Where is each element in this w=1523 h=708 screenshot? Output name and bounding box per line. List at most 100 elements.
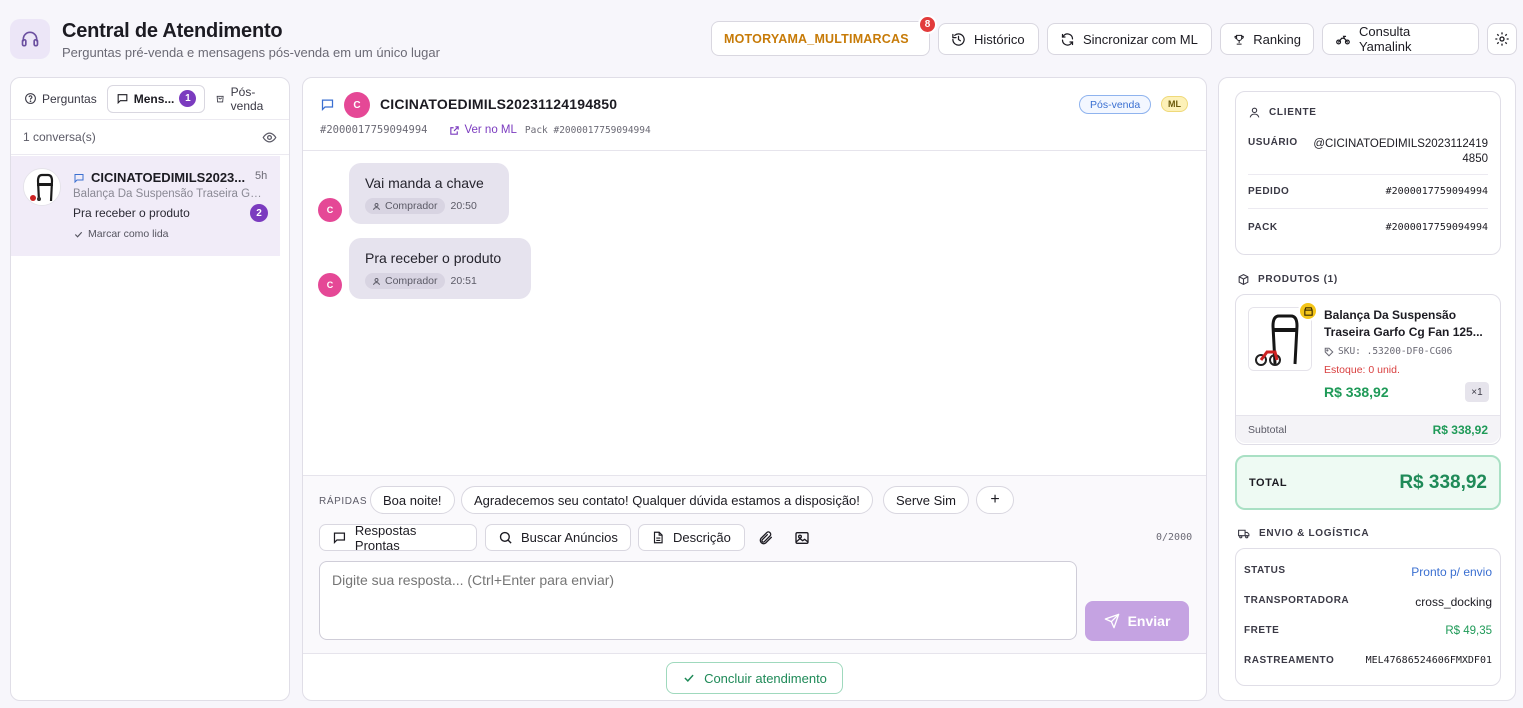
details-panel: CLIENTE USUÁRIO @CICINATOEDIMILS20231124… [1218, 77, 1516, 701]
history-icon [952, 32, 965, 46]
conversation-title: CICINATOEDIMILS2023... [73, 170, 245, 185]
gear-icon [1495, 32, 1509, 46]
message-icon [321, 99, 334, 112]
shipping-carrier-row: TRANSPORTADORA cross_docking [1244, 595, 1492, 609]
pack-id: Pack #2000017759094994 [524, 124, 651, 136]
product-card: Balança Da Suspensão Traseira Garfo Cg F… [1235, 294, 1501, 445]
message-icon [333, 532, 346, 544]
product-price: R$ 338,92 [1324, 384, 1389, 400]
store-name: MOTORYAMA_MULTIMARCAS [724, 31, 909, 46]
conversation-time: 5h [255, 170, 268, 182]
product-quantity: ×1 [1465, 382, 1489, 402]
client-username: @CICINATOEDIMILS2023112419 4850 [1313, 138, 1488, 165]
eye-icon[interactable] [262, 130, 277, 145]
store-icon [1298, 301, 1318, 321]
shipping-status-row: STATUS Pronto p/ envio [1244, 565, 1492, 579]
page-title: Central de Atendimento [62, 20, 283, 42]
history-button[interactable]: Histórico [938, 23, 1039, 55]
quick-reply-chip[interactable]: Boa noite! [370, 486, 455, 514]
client-pack-row: PACK #2000017759094994 [1248, 222, 1488, 233]
send-button[interactable]: Enviar [1085, 601, 1189, 641]
user-icon [373, 202, 380, 210]
add-quick-reply-button[interactable]: + [976, 486, 1014, 514]
external-link-icon [450, 125, 460, 135]
tab-perguntas[interactable]: Perguntas [16, 85, 105, 113]
document-icon [653, 531, 663, 544]
conclude-button[interactable]: Concluir atendimento [666, 662, 843, 694]
quick-replies-label: RÁPIDAS [319, 496, 368, 507]
search-listings-button[interactable]: Buscar Anúncios [485, 524, 631, 551]
client-card: CLIENTE USUÁRIO @CICINATOEDIMILS20231124… [1235, 91, 1501, 255]
tag-icon [1324, 347, 1334, 356]
buyer-name: CICINATOEDIMILS20231124194850 [380, 96, 618, 112]
conversation-item[interactable]: CICINATOEDIMILS2023... 5h Balança Da Sus… [11, 156, 280, 256]
paperclip-icon [759, 531, 772, 545]
reply-composer: RÁPIDAS Boa noite! Agradecemos seu conta… [303, 475, 1206, 653]
chat-panel: C CICINATOEDIMILS20231124194850 #2000017… [302, 77, 1207, 701]
sync-ml-button[interactable]: Sincronizar com ML [1047, 23, 1212, 55]
quick-reply-chip[interactable]: Agradecemos seu contato! Qualquer dúvida… [461, 486, 873, 514]
conversation-product: Balança Da Suspensão Traseira Garfo Cg F… [73, 188, 265, 200]
shipping-tracking-row: RASTREAMENTO MEL47686524606FMXDF01 [1244, 655, 1492, 666]
ranking-button[interactable]: Ranking [1220, 23, 1314, 55]
headset-icon [10, 19, 50, 59]
page-subtitle: Perguntas pré-venda e mensagens pós-vend… [62, 45, 440, 60]
trophy-icon [1234, 34, 1244, 45]
total-box: TOTAL R$ 338,92 [1235, 455, 1501, 510]
shipping-card: STATUS Pronto p/ envio TRANSPORTADORA cr… [1235, 548, 1501, 686]
shopping-bag-icon [217, 95, 224, 103]
description-button[interactable]: Descrição [638, 524, 745, 551]
order-id: #2000017759094994 [320, 124, 428, 136]
subtotal-row: Subtotal R$ 338,92 [1236, 415, 1500, 443]
ml-badge: ML [1161, 96, 1188, 112]
shipping-section-title: ENVIO & LOGÍSTICA [1237, 527, 1369, 540]
settings-button[interactable] [1487, 23, 1517, 55]
message-icon [74, 173, 84, 183]
conversation-tabs: Perguntas Mens... 1 Pós-venda [11, 78, 289, 119]
unread-badge: 2 [250, 204, 268, 222]
avatar: C [344, 92, 370, 118]
mark-as-read-button[interactable]: Marcar como lida [73, 228, 169, 240]
box-icon [1238, 274, 1249, 285]
image-icon [795, 532, 809, 544]
tab-count-badge: 1 [179, 90, 197, 107]
shipping-freight-row: FRETE R$ 49,35 [1244, 625, 1492, 637]
question-icon [25, 93, 36, 104]
tab-mensagens[interactable]: Mens... 1 [106, 84, 206, 113]
conversation-count: 1 conversa(s) [23, 130, 96, 144]
image-upload-button[interactable] [792, 528, 812, 548]
conversation-count-bar: 1 conversa(s) [11, 119, 289, 155]
product-thumbnail [23, 168, 61, 206]
product-stock: Estoque: 0 unid. [1324, 364, 1400, 376]
message-bubble: Pra receber o produto Comprador 20:51 [349, 238, 531, 299]
user-icon [373, 277, 380, 285]
conversation-list-panel: Perguntas Mens... 1 Pós-venda 1 conversa… [10, 77, 290, 701]
message-avatar: C [318, 273, 342, 297]
tab-pos-venda[interactable]: Pós-venda [207, 85, 284, 113]
char-counter: 0/2000 [1156, 532, 1193, 543]
total-value: R$ 338,92 [1399, 471, 1487, 493]
chat-footer: Concluir atendimento [303, 653, 1206, 700]
client-order-row: PEDIDO #2000017759094994 [1248, 186, 1488, 197]
motorcycle-icon [1336, 35, 1350, 44]
store-selector[interactable]: MOTORYAMA_MULTIMARCAS [711, 21, 930, 56]
sender-tag: Comprador [365, 273, 445, 289]
message-icon [117, 94, 128, 105]
attach-button[interactable] [756, 528, 776, 548]
ready-replies-button[interactable]: Respostas Prontas [319, 523, 477, 553]
quick-reply-chip[interactable]: Serve Sim [883, 486, 969, 514]
notification-badge: 8 [918, 15, 937, 34]
message-avatar: C [318, 198, 342, 222]
refresh-icon [1061, 32, 1074, 46]
message-bubble: Vai manda a chave Comprador 20:50 [349, 163, 509, 224]
view-on-ml-link[interactable]: Ver no ML [449, 124, 517, 136]
yamalink-button[interactable]: Consulta Yamalink [1322, 23, 1479, 55]
reply-input[interactable] [319, 561, 1077, 640]
truck-icon [1238, 529, 1250, 539]
products-section-title: PRODUTOS (1) [1237, 273, 1338, 286]
order-meta: #2000017759094994 Ver no ML Pack #200001… [320, 124, 651, 136]
status-badge: Pós-venda [1079, 95, 1152, 114]
client-section-title: CLIENTE [1248, 106, 1317, 119]
product-name: Balança Da Suspensão Traseira Garfo Cg F… [1324, 308, 1483, 339]
check-icon [684, 674, 694, 682]
